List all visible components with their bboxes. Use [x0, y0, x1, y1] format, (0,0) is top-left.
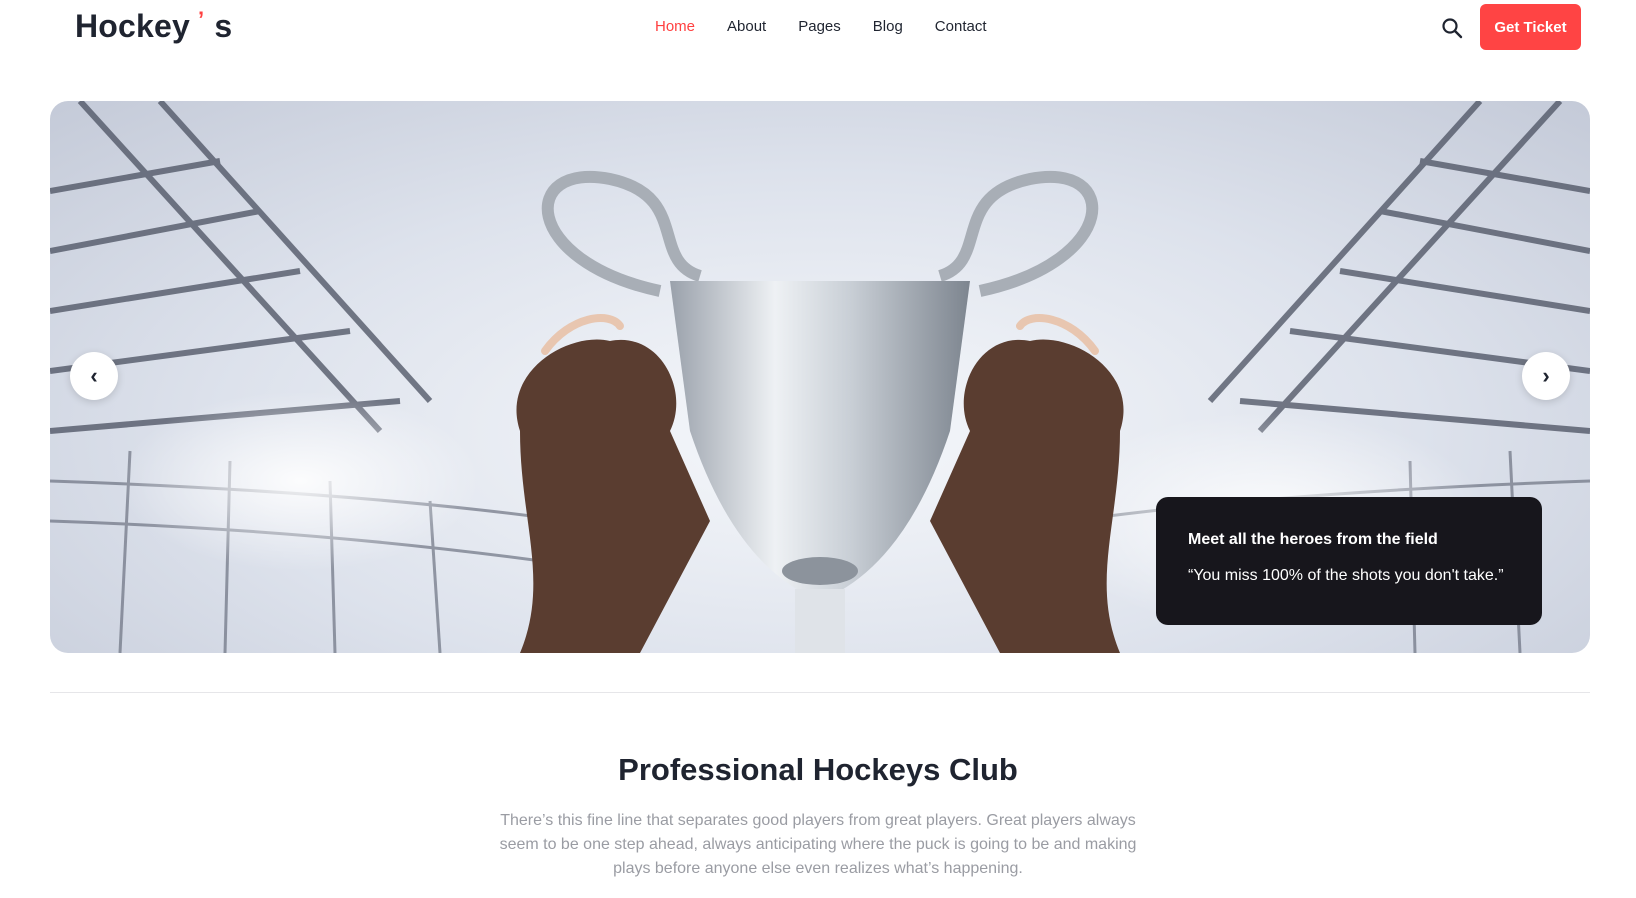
slider-prev-button[interactable]: ‹	[70, 352, 118, 400]
main-nav: Home About Pages Blog Contact	[655, 18, 1019, 35]
caption-quote: “You miss 100% of the shots you don't ta…	[1188, 567, 1504, 584]
nav-item-about[interactable]: About	[727, 18, 766, 35]
intro-title: Professional Hockeys Club	[618, 752, 1018, 787]
nav-item-contact[interactable]: Contact	[935, 18, 987, 35]
logo-suffix: s	[214, 8, 233, 44]
search-icon[interactable]	[1440, 16, 1464, 40]
logo-apostrophe: ’	[198, 7, 205, 32]
logo-text: Hockey	[75, 8, 191, 44]
caption-title: Meet all the heroes from the field	[1188, 531, 1438, 548]
hero-slider: ‹ › Meet all the heroes from the field “…	[50, 101, 1590, 653]
get-ticket-button[interactable]: Get Ticket	[1480, 4, 1581, 50]
nav-item-pages[interactable]: Pages	[798, 18, 841, 35]
site-logo[interactable]: Hockey ’ s	[75, 7, 233, 45]
intro-text: There’s this fine line that separates go…	[499, 812, 1137, 877]
nav-item-home[interactable]: Home	[655, 18, 695, 35]
hero-caption-card: Meet all the heroes from the field “You …	[1156, 497, 1542, 625]
site-header: Hockey ’ s Home About Pages Blog Contact G…	[0, 0, 1636, 56]
slider-next-button[interactable]: ›	[1522, 352, 1570, 400]
nav-item-blog[interactable]: Blog	[873, 18, 903, 35]
section-divider	[50, 692, 1590, 693]
